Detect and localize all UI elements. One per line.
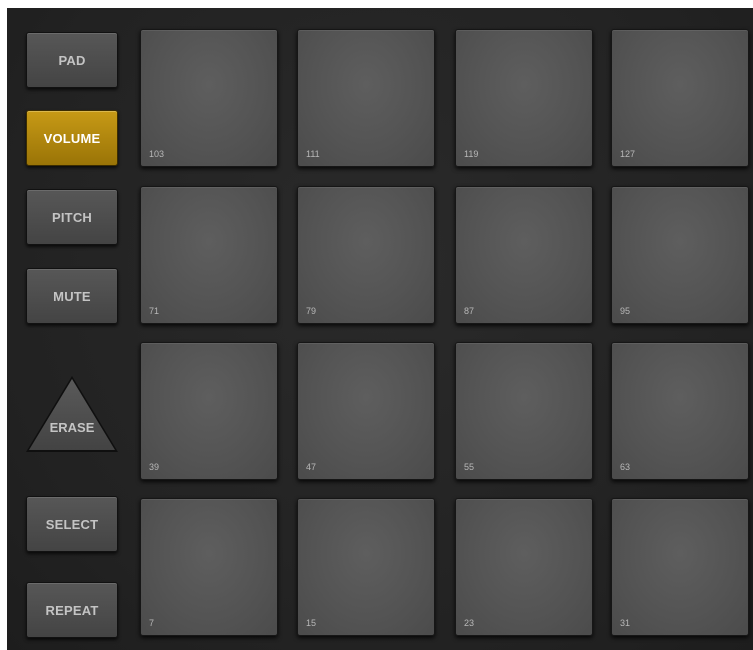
drum-pad[interactable]: 15 (297, 498, 435, 636)
drum-pad[interactable]: 7 (140, 498, 278, 636)
erase-triangle-icon (26, 376, 118, 452)
mute-mode-button[interactable]: MUTE (26, 268, 118, 324)
pitch-mode-button[interactable]: PITCH (26, 189, 118, 245)
pad-number: 103 (149, 149, 165, 159)
repeat-button[interactable]: REPEAT (26, 582, 118, 638)
pad-number: 111 (306, 149, 320, 159)
drum-pad-app: PAD VOLUME PITCH MUTE ERASE SELECT REPEA… (7, 8, 753, 650)
drum-pad[interactable]: 47 (297, 342, 435, 480)
drum-pad[interactable]: 87 (455, 186, 593, 324)
pad-number: 63 (620, 462, 631, 472)
pad-number: 95 (620, 306, 631, 316)
drum-pad[interactable]: 55 (455, 342, 593, 480)
drum-pad[interactable]: 23 (455, 498, 593, 636)
select-button[interactable]: SELECT (26, 496, 118, 552)
erase-button[interactable]: ERASE (23, 373, 121, 455)
volume-mode-button[interactable]: VOLUME (26, 110, 118, 166)
pad-number: 127 (620, 149, 636, 159)
pad-number: 119 (464, 149, 479, 159)
pad-number: 31 (620, 618, 631, 628)
pad-number: 71 (149, 306, 160, 316)
drum-pad[interactable]: 79 (297, 186, 435, 324)
pad-number: 79 (306, 306, 317, 316)
erase-label: ERASE (49, 420, 95, 435)
drum-pad[interactable]: 31 (611, 498, 749, 636)
drum-pad[interactable]: 127 (611, 29, 749, 167)
drum-pad[interactable]: 111 (297, 29, 435, 167)
pad-number: 47 (306, 462, 317, 472)
drum-pad[interactable]: 103 (140, 29, 278, 167)
pad-number: 55 (464, 462, 475, 472)
pad-number: 87 (464, 306, 475, 316)
pad-number: 23 (464, 618, 475, 628)
drum-pad[interactable]: 71 (140, 186, 278, 324)
drum-pad[interactable]: 39 (140, 342, 278, 480)
pad-mode-button[interactable]: PAD (26, 32, 118, 88)
drum-pad[interactable]: 95 (611, 186, 749, 324)
drum-pad[interactable]: 119 (455, 29, 593, 167)
pad-number: 39 (149, 462, 160, 472)
pad-number: 15 (306, 618, 317, 628)
pad-number: 7 (149, 618, 155, 628)
drum-pad[interactable]: 63 (611, 342, 749, 480)
